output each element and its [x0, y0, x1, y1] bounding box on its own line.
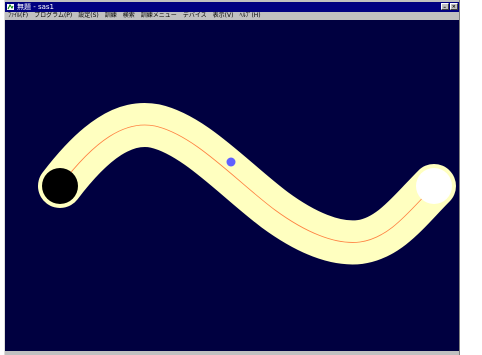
end-marker	[416, 168, 452, 204]
trace-drawing	[38, 103, 456, 265]
menu-file[interactable]: ﾌｧｲﾙ(F)	[8, 12, 28, 20]
menu-device[interactable]: デバイス	[183, 12, 207, 20]
start-marker	[42, 168, 78, 204]
trace-track	[38, 103, 456, 265]
menu-settings[interactable]: 設定(S)	[78, 12, 99, 20]
app-icon	[7, 4, 14, 10]
title-bar[interactable]: 無題 - sas1	[5, 2, 459, 12]
menu-view[interactable]: 表示(V)	[213, 12, 234, 20]
menu-training-menu[interactable]: 訓練メニュー	[141, 12, 177, 20]
menu-training[interactable]: 訓練	[105, 12, 117, 20]
training-canvas[interactable]	[5, 20, 459, 351]
minimize-button[interactable]	[441, 3, 449, 10]
window-controls	[441, 3, 458, 10]
app-window: 無題 - sas1 ﾌｧｲﾙ(F) プログラム(P) 設定(S) 訓練 検索 訓…	[4, 0, 460, 355]
menu-bar: ﾌｧｲﾙ(F) プログラム(P) 設定(S) 訓練 検索 訓練メニュー デバイス…	[5, 12, 459, 20]
close-icon	[452, 4, 456, 8]
menu-help[interactable]: ﾍﾙﾌﾟ(H)	[239, 12, 260, 20]
close-button[interactable]	[450, 3, 458, 10]
menu-search[interactable]: 検索	[123, 12, 135, 20]
minimize-icon	[443, 6, 446, 8]
menu-program[interactable]: プログラム(P)	[34, 12, 72, 20]
cursor-dot[interactable]	[226, 157, 236, 167]
window-bottom-edge	[5, 351, 459, 355]
window-title: 無題 - sas1	[17, 3, 55, 11]
